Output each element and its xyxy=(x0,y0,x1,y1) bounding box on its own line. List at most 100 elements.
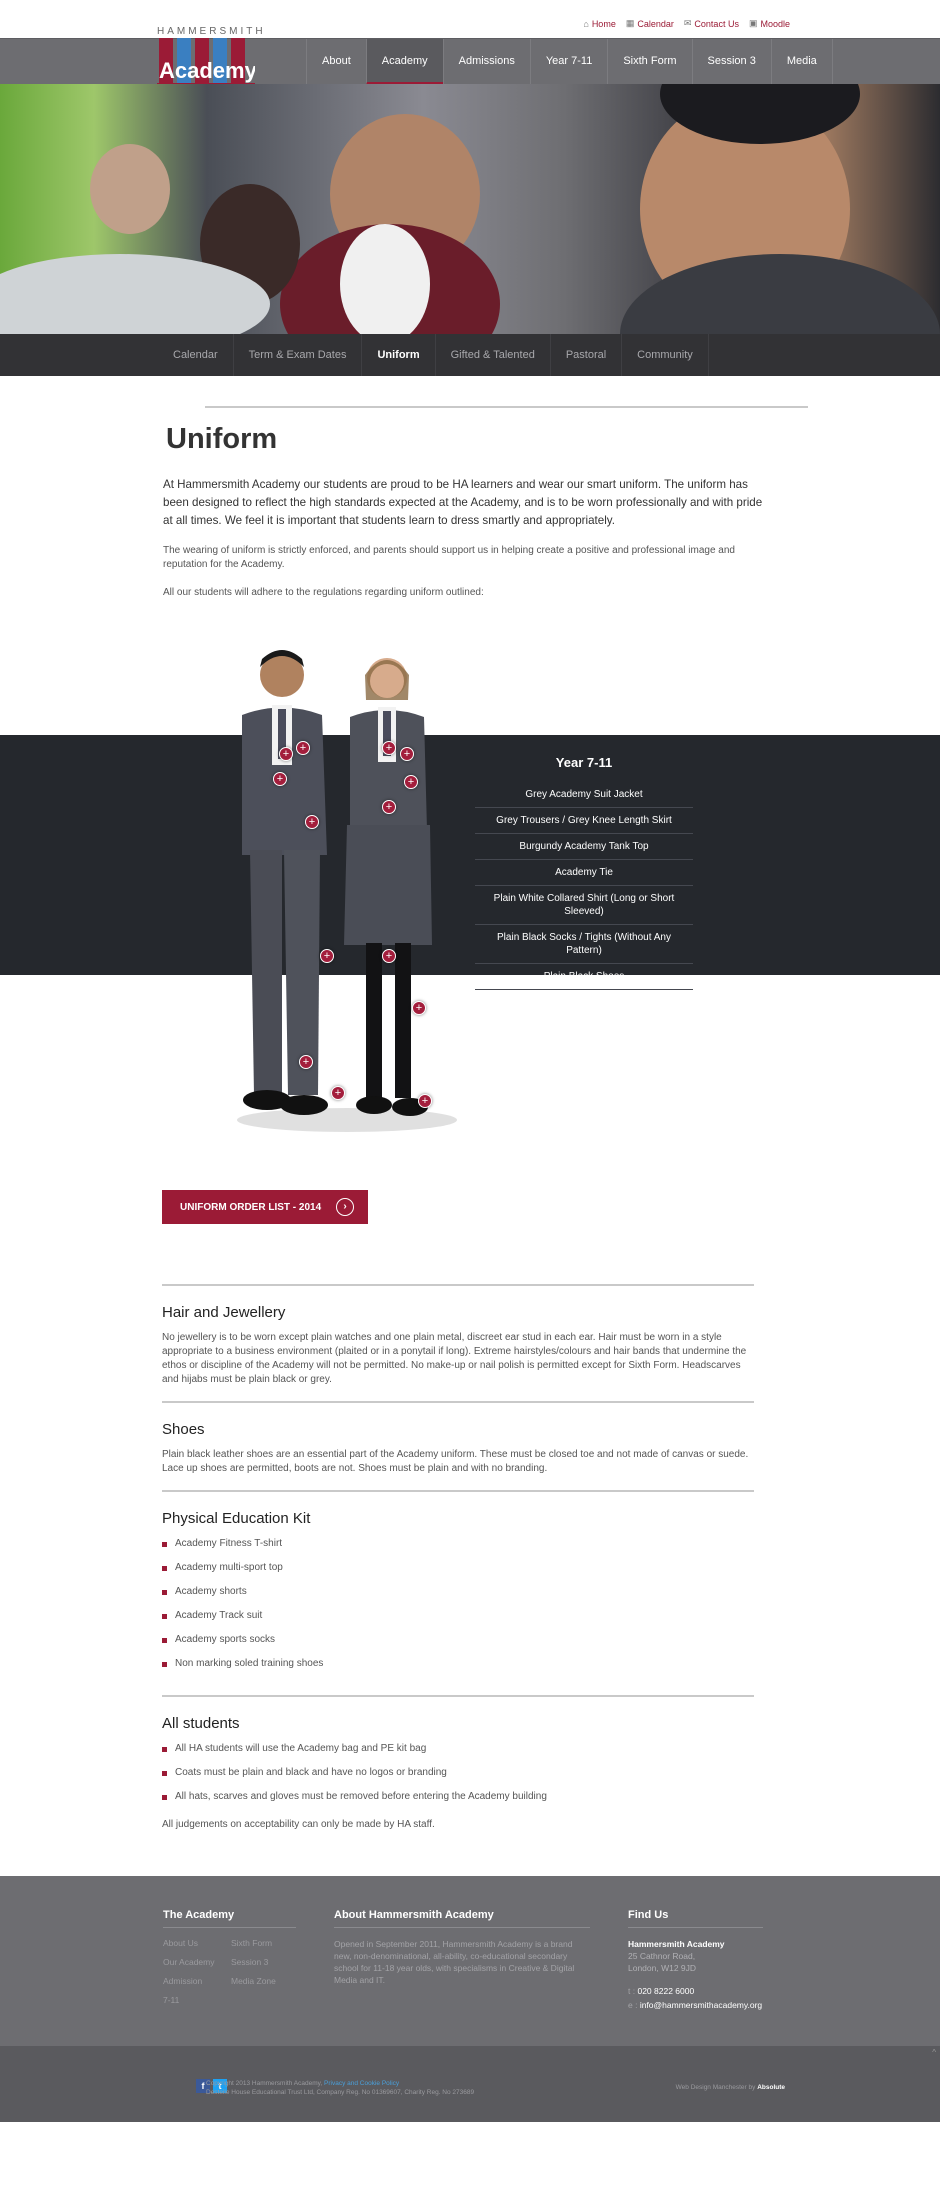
bullet-icon xyxy=(162,1541,167,1547)
logo-hammersmith-text: HAMMERSMITH xyxy=(157,26,266,37)
moodle-icon: ▣ xyxy=(748,18,758,28)
absolute-link[interactable]: Absolute xyxy=(757,2084,785,2091)
utility-nav: ⌂ Home ▦ Calendar ✉ Contact Us ▣ Moodle xyxy=(583,18,790,29)
footer-about-col: About Hammersmith Academy Opened in Sept… xyxy=(334,1909,590,1986)
footer-col-title: About Hammersmith Academy xyxy=(334,1909,590,1928)
nav-media[interactable]: Media xyxy=(770,39,833,85)
utility-moodle-link[interactable]: ▣ Moodle xyxy=(749,18,790,29)
hotspot-plus-icon[interactable]: + xyxy=(382,800,396,814)
hotspot-plus-icon[interactable]: + xyxy=(382,949,396,963)
privacy-policy-link[interactable]: Privacy and Cookie Policy xyxy=(324,2080,399,2087)
hotspot-plus-icon[interactable]: + xyxy=(412,1001,426,1015)
main-nav: About Academy Admissions Year 7-11 Sixth… xyxy=(306,39,833,85)
footer-about-text: Opened in September 2011, Hammersmith Ac… xyxy=(334,1939,575,1985)
section-all-students: All students All HA students will use th… xyxy=(162,1695,754,1846)
all-students-list: All HA students will use the Academy bag… xyxy=(162,1742,754,1804)
section-shoes: Shoes Plain black leather shoes are an e… xyxy=(162,1401,754,1490)
footer-link[interactable]: Sixth Form xyxy=(231,1938,299,1948)
subnav-calendar[interactable]: Calendar xyxy=(158,334,234,376)
bullet-icon xyxy=(162,1746,167,1752)
section-text: Plain black leather shoes are an essenti… xyxy=(162,1449,749,1474)
uniform-item: Plain Black Socks / Tights (Without Any … xyxy=(475,925,693,964)
bullet-icon xyxy=(162,1794,167,1800)
year-7-11-panel: Year 7-11 Grey Academy Suit Jacket Grey … xyxy=(475,755,693,990)
footer-find-us-col: Find Us Hammersmith Academy 25 Cathnor R… xyxy=(628,1909,763,2012)
acceptability-note: All judgements on acceptability can only… xyxy=(162,1819,435,1830)
subnav-uniform[interactable]: Uniform xyxy=(362,334,436,376)
section-pe-kit: Physical Education Kit Academy Fitness T… xyxy=(162,1490,754,1695)
dark-band xyxy=(0,735,940,975)
nav-admissions[interactable]: Admissions xyxy=(442,39,530,85)
subnav-term-exam-dates[interactable]: Term & Exam Dates xyxy=(234,334,363,376)
list-item: Academy Fitness T-shirt xyxy=(162,1537,754,1551)
footer-link[interactable]: Admission xyxy=(163,1976,231,1986)
design-credit: Web Design Manchester by Absolute xyxy=(675,2084,785,2091)
utility-home-link[interactable]: ⌂ Home xyxy=(583,18,615,29)
back-to-top-icon[interactable]: ^ xyxy=(932,2048,936,2057)
bullet-icon xyxy=(162,1565,167,1571)
uniform-item: Plain White Collared Shirt (Long or Shor… xyxy=(475,886,693,925)
list-item: Coats must be plain and black and have n… xyxy=(162,1766,754,1780)
nav-session-3[interactable]: Session 3 xyxy=(691,39,771,85)
chevron-right-icon: › xyxy=(336,1198,354,1216)
footer-address-line: London, W12 9JD xyxy=(628,1963,697,1973)
uniform-item: Grey Academy Suit Jacket xyxy=(475,782,693,808)
utility-calendar-link[interactable]: ▦ Calendar xyxy=(626,18,674,29)
section-hair-jewellery: Hair and Jewellery No jewellery is to be… xyxy=(162,1284,754,1401)
main-content: Uniform At Hammersmith Academy our stude… xyxy=(0,376,940,1846)
academy-logo[interactable]: Academy xyxy=(157,38,255,86)
list-item: Academy shorts xyxy=(162,1585,754,1599)
footer-link[interactable]: Session 3 xyxy=(231,1957,299,1967)
hotspot-plus-icon[interactable]: + xyxy=(299,1055,313,1069)
utility-contact-link[interactable]: ✉ Contact Us xyxy=(684,18,739,29)
nav-about[interactable]: About xyxy=(306,39,366,85)
bullet-icon xyxy=(162,1637,167,1643)
hotspot-plus-icon[interactable]: + xyxy=(400,747,414,761)
subnav-pastoral[interactable]: Pastoral xyxy=(551,334,623,376)
nav-year-7-11[interactable]: Year 7-11 xyxy=(529,39,607,85)
top-bar: HAMMERSMITH ⌂ Home ▦ Calendar ✉ Contact Us … xyxy=(0,0,940,38)
list-item: Academy Track suit xyxy=(162,1609,754,1623)
order-button-label: UNIFORM ORDER LIST - 2014 xyxy=(180,1201,322,1213)
hotspot-plus-icon[interactable]: + xyxy=(331,1086,345,1100)
footer: The Academy About Us Sixth Form Our Acad… xyxy=(0,1876,940,2046)
bullet-icon xyxy=(162,1613,167,1619)
hotspot-plus-icon[interactable]: + xyxy=(279,747,293,761)
hotspot-plus-icon[interactable]: + xyxy=(320,949,334,963)
subnav-community[interactable]: Community xyxy=(622,334,709,376)
hotspot-plus-icon[interactable]: + xyxy=(273,772,287,786)
footer-address-line: 25 Cathnor Road, xyxy=(628,1951,696,1961)
hotspot-plus-icon[interactable]: + xyxy=(305,815,319,829)
nav-academy[interactable]: Academy xyxy=(365,39,443,85)
footer-link[interactable]: 7-11 xyxy=(163,1995,231,2005)
students-illustration xyxy=(237,650,457,1132)
footer-col-title: Find Us xyxy=(628,1909,763,1928)
hotspot-plus-icon[interactable]: + xyxy=(382,741,396,755)
hotspot-plus-icon[interactable]: + xyxy=(404,775,418,789)
list-item: Academy multi-sport top xyxy=(162,1561,754,1575)
footer-academy-col: The Academy About Us Sixth Form Our Acad… xyxy=(163,1909,296,2005)
uniform-item: Plain Black Shoes xyxy=(475,964,693,990)
section-title: Physical Education Kit xyxy=(162,1510,311,1527)
pe-kit-list: Academy Fitness T-shirt Academy multi-sp… xyxy=(162,1537,754,1671)
mail-icon: ✉ xyxy=(683,18,692,28)
footer-link[interactable]: Media Zone xyxy=(231,1976,299,1986)
uniform-order-list-button[interactable]: UNIFORM ORDER LIST - 2014 › xyxy=(162,1190,368,1224)
footer-link[interactable]: Our Academy xyxy=(163,1957,231,1967)
list-item: All hats, scarves and gloves must be rem… xyxy=(162,1790,754,1804)
year-panel-title: Year 7-11 xyxy=(555,755,613,770)
footer-email[interactable]: e : info@hammersmithacademy.org xyxy=(628,1998,763,2012)
nav-sixth-form[interactable]: Sixth Form xyxy=(607,39,691,85)
hotspot-plus-icon[interactable]: + xyxy=(418,1094,432,1108)
subnav-gifted-talented[interactable]: Gifted & Talented xyxy=(436,334,551,376)
hotspot-plus-icon[interactable]: + xyxy=(296,741,310,755)
students-uniform-image: + + + + + + + + + + + + + + xyxy=(232,645,457,1135)
home-icon: ⌂ xyxy=(583,18,589,29)
footer-link[interactable]: About Us xyxy=(163,1938,231,1948)
intro-paragraph-2: All our students will adhere to the regu… xyxy=(163,587,484,598)
bullet-icon xyxy=(162,1661,167,1667)
main-navbar: Academy About Academy Admissions Year 7-… xyxy=(0,38,940,86)
page-title: Uniform xyxy=(166,423,278,455)
footer-address-name: Hammersmith Academy xyxy=(628,1939,725,1949)
footer-col-title: The Academy xyxy=(163,1909,296,1928)
